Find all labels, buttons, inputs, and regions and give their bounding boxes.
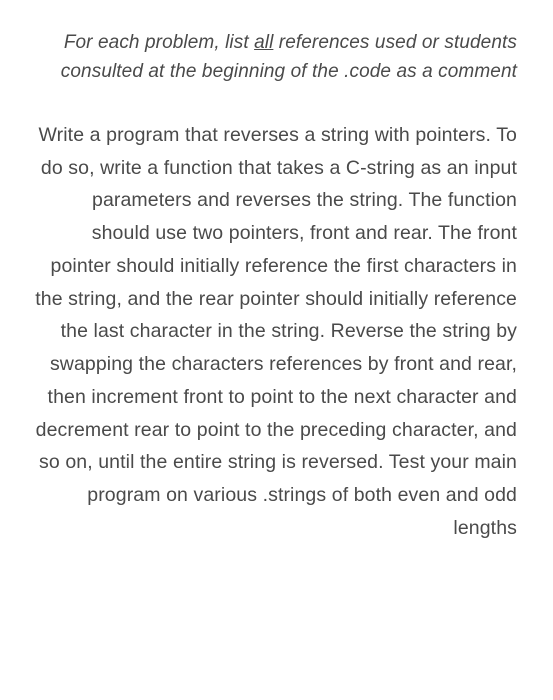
instruction-underlined: all — [254, 32, 273, 53]
instruction-prefix: For each problem, list — [64, 32, 254, 53]
problem-text: Write a program that reverses a string w… — [32, 119, 517, 545]
instruction-text: For each problem, list all references us… — [32, 28, 517, 87]
